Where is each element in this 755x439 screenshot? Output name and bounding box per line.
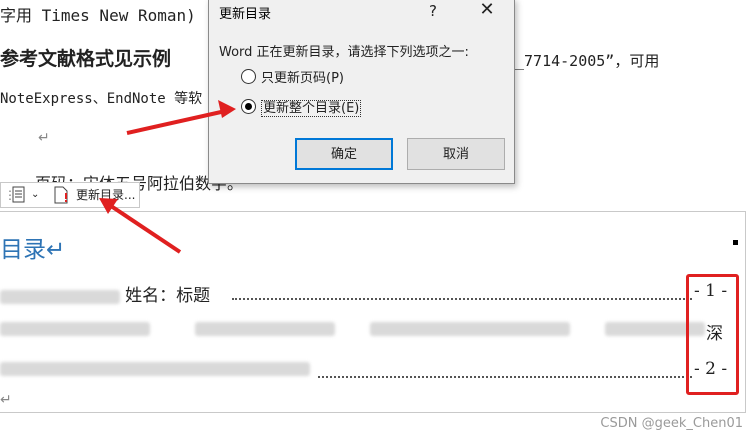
arrow-to-radio — [126, 100, 236, 135]
watermark: CSDN @geek_Chen01 — [600, 416, 743, 431]
annotation-arrows — [99, 100, 236, 254]
arrow-to-toolbar — [99, 198, 182, 254]
